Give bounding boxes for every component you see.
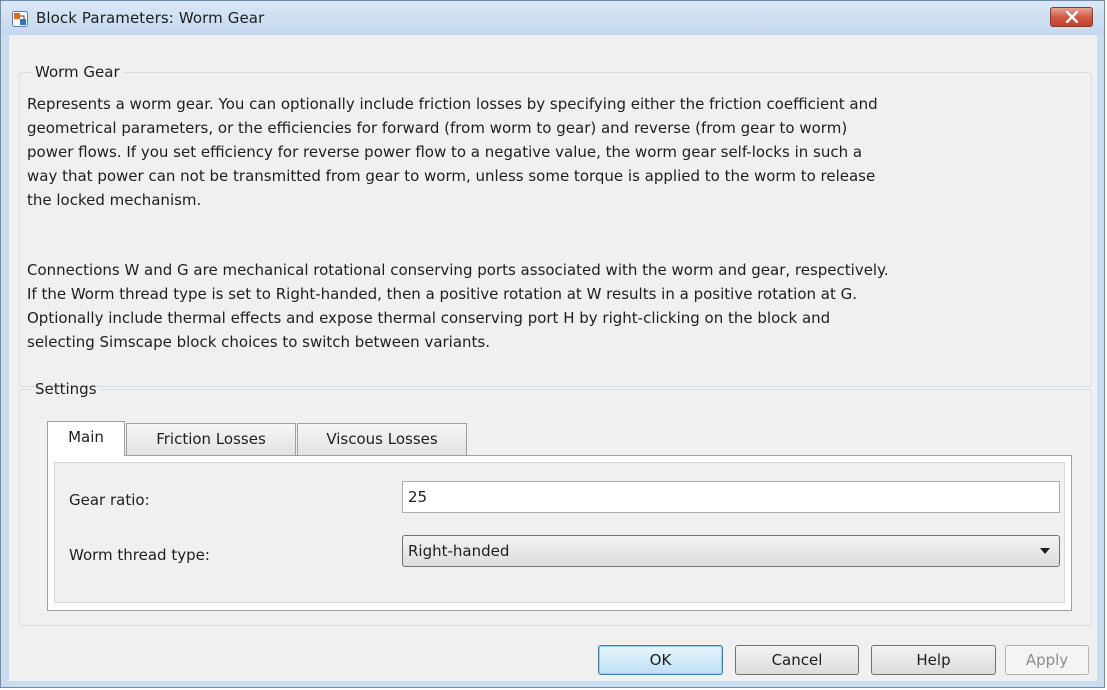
close-icon [1065,11,1079,23]
tab-friction-losses[interactable]: Friction Losses [126,423,296,455]
description-paragraph-2: Connections W and G are mechanical rotat… [27,258,1077,354]
description-line: power flows. If you set efficiency for r… [27,143,863,161]
gear-ratio-label: Gear ratio: [69,491,150,509]
worm-thread-type-value: Right-handed [408,542,510,560]
app-icon [12,11,28,27]
main-parameters-panel: Gear ratio: 25 Worm thread type: Right-h… [54,462,1065,603]
apply-button[interactable]: Apply [1005,645,1089,675]
dialog-client-area: Worm Gear Represents a worm gear. You ca… [9,35,1097,681]
description-paragraph-1: Represents a worm gear. You can optional… [27,92,1077,212]
description-line: geometrical parameters, or the efficienc… [27,119,848,137]
help-button[interactable]: Help [871,645,996,675]
worm-thread-type-select[interactable]: Right-handed [402,535,1060,567]
description-group-legend: Worm Gear [35,63,120,81]
title-bar[interactable]: Block Parameters: Worm Gear [1,1,1104,35]
tab-viscous-losses-label: Viscous Losses [326,430,438,448]
tab-friction-losses-label: Friction Losses [156,430,266,448]
ok-button[interactable]: OK [598,645,723,675]
dialog-window: Block Parameters: Worm Gear Worm Gear Re… [0,0,1105,688]
close-button[interactable] [1050,7,1093,27]
cancel-button[interactable]: Cancel [735,645,859,675]
description-line: Connections W and G are mechanical rotat… [27,261,889,279]
chevron-down-icon [1040,548,1050,554]
description-line: If the Worm thread type is set to Right-… [27,285,858,303]
description-line: Optionally include thermal effects and e… [27,309,831,327]
tab-viscous-losses[interactable]: Viscous Losses [297,423,467,455]
gear-ratio-field[interactable]: 25 [402,481,1060,513]
description-line: way that power can not be transmitted fr… [27,167,876,185]
tab-main-label: Main [68,428,104,446]
description-line: Represents a worm gear. You can optional… [27,95,878,113]
window-title: Block Parameters: Worm Gear [36,9,265,27]
worm-thread-type-label: Worm thread type: [69,546,210,564]
description-line: selecting Simscape block choices to swit… [27,333,491,351]
main-tab-panel: Gear ratio: 25 Worm thread type: Right-h… [47,455,1072,611]
settings-group-legend: Settings [35,380,97,398]
tab-main[interactable]: Main [47,421,125,456]
description-line: the locked mechanism. [27,191,202,209]
